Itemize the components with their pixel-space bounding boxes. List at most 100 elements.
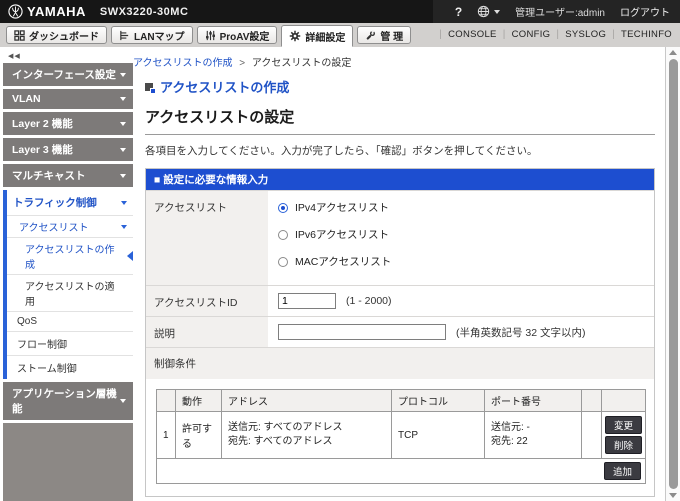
sidebar-item-acl-apply[interactable]: アクセスリストの適用 <box>7 274 133 311</box>
sidebar-item-label: トラフィック制御 <box>13 197 97 209</box>
main-content: アクセスリストの作成 アクセスリストの設定 各項目を入力してください。入力が完了… <box>133 65 665 501</box>
table-footer-row: 追加 <box>156 458 646 484</box>
tab-proav[interactable]: ProAV設定 <box>196 26 278 44</box>
radio-option-mac[interactable]: MACアクセスリスト <box>278 254 644 269</box>
sidebar-item-layer3[interactable]: Layer 3 機能 <box>3 138 133 161</box>
chevron-down-icon <box>121 200 127 205</box>
acl-id-hint: (1 - 2000) <box>346 295 392 307</box>
sidebar: ◀◀ インターフェース設定 VLAN Layer 2 機能 Layer 3 機能 <box>0 47 133 501</box>
chevron-down-icon <box>120 121 126 126</box>
radio-label: IPv4アクセスリスト <box>295 202 389 214</box>
add-button-cell: 追加 <box>156 458 646 484</box>
acl-id-value: (1 - 2000) <box>268 286 654 316</box>
tab-label: ダッシュボード <box>29 31 99 43</box>
tab-advanced-settings[interactable]: 詳細設定 <box>281 25 354 47</box>
main-panel: アクセスリストの作成 > アクセスリストの設定 アクセスリストの作成 アクセスリ… <box>133 47 665 501</box>
sidebar-group-traffic-control: トラフィック制御 アクセスリスト アクセスリストの作成 アクセスリストの適用 Q… <box>3 190 133 379</box>
sidebar-item-acl-create[interactable]: アクセスリストの作成 <box>7 237 133 274</box>
sidebar-item-vlan[interactable]: VLAN <box>3 89 133 109</box>
dashboard-icon <box>14 29 25 41</box>
vertical-scrollbar[interactable] <box>665 47 680 501</box>
description-value: (半角英数記号 32 文字以内) <box>268 317 654 347</box>
breadcrumb: アクセスリストの作成 > アクセスリストの設定 <box>133 47 665 69</box>
col-port: ポート番号 <box>484 389 582 412</box>
help-icon[interactable]: ? <box>455 5 462 19</box>
table-header-row: 動作 アドレス プロトコル ポート番号 <box>156 389 646 412</box>
acl-type-label: アクセスリスト <box>146 191 268 285</box>
logout-button[interactable]: ログアウト <box>620 4 670 19</box>
table-row: 1 許可する 送信元: すべてのアドレス 宛先: すべてのアドレス TCP 送信… <box>156 411 646 459</box>
link-separator: | <box>439 29 443 40</box>
description-input[interactable] <box>278 324 446 340</box>
tab-dashboard[interactable]: ダッシュボード <box>6 26 107 44</box>
logged-in-user: 管理ユーザー:admin <box>515 8 605 19</box>
top-bar: YAMAHA SWX3220-30MC ? 管理ユーザー:admin ログアウト <box>0 0 680 23</box>
app-window: YAMAHA SWX3220-30MC ? 管理ユーザー:admin ログアウト <box>0 0 680 501</box>
sidebar-item-label: Layer 2 機能 <box>12 118 73 130</box>
change-button[interactable]: 変更 <box>605 416 642 434</box>
sidebar-collapse-icon[interactable]: ◀◀ <box>3 47 133 63</box>
link-separator: | <box>556 29 560 40</box>
tab-label: ProAV設定 <box>219 31 270 43</box>
row-action: 許可する <box>175 411 222 459</box>
port-source: 送信元: - <box>491 421 530 433</box>
scrollbar-thumb[interactable] <box>668 59 678 489</box>
sidebar-item-label: ストーム制御 <box>17 364 77 375</box>
add-button[interactable]: 追加 <box>603 462 641 480</box>
row-actions: 変更 削除 <box>601 411 646 459</box>
sidebar-item-label: マルチキャスト <box>12 170 86 182</box>
settings-form: ■ 設定に必要な情報入力 アクセスリスト IPv4アクセスリスト IPv6アクセ… <box>145 168 655 497</box>
acl-id-input[interactable] <box>278 293 336 309</box>
config-link[interactable]: CONFIG <box>512 29 551 40</box>
sidebar-item-label: アプリケーション層機能 <box>12 388 117 415</box>
sidebar-item-qos[interactable]: QoS <box>7 311 133 331</box>
yamaha-brand: YAMAHA <box>8 4 86 19</box>
scrollbar-track[interactable] <box>668 59 678 489</box>
scroll-up-icon[interactable] <box>669 50 677 55</box>
col-buttons <box>601 389 646 412</box>
sidebar-item-access-list[interactable]: アクセスリスト <box>7 215 133 237</box>
tab-label: 詳細設定 <box>305 32 346 44</box>
form-row-description: 説明 (半角英数記号 32 文字以内) <box>146 316 654 347</box>
radio-unselected-icon[interactable] <box>278 256 288 267</box>
content-area: ◀◀ インターフェース設定 VLAN Layer 2 機能 Layer 3 機能 <box>0 47 680 501</box>
scroll-down-icon[interactable] <box>669 493 677 498</box>
col-row-number <box>156 389 176 412</box>
form-row-acl-id: アクセスリストID (1 - 2000) <box>146 285 654 316</box>
sidebar-item-multicast[interactable]: マルチキャスト <box>3 164 133 187</box>
sidebar-item-traffic-control[interactable]: トラフィック制御 <box>7 190 133 215</box>
sidebar-item-flow-control[interactable]: フロー制御 <box>7 331 133 355</box>
radio-option-ipv6[interactable]: IPv6アクセスリスト <box>278 227 644 242</box>
sidebar-item-application-layer[interactable]: アプリケーション層機能 <box>3 382 133 420</box>
col-address: アドレス <box>221 389 392 412</box>
sidebar-nav: インターフェース設定 VLAN Layer 2 機能 Layer 3 機能 マル… <box>3 63 133 501</box>
tab-lanmap[interactable]: LANマップ <box>111 26 193 44</box>
address-destination: 宛先: すべてのアドレス <box>228 436 333 447</box>
chevron-down-icon <box>494 9 501 14</box>
sidebar-item-interface[interactable]: インターフェース設定 <box>3 63 133 86</box>
conditions-table: 動作 アドレス プロトコル ポート番号 1 許可する 送信元: すべてのアドレス… <box>156 389 646 484</box>
row-number: 1 <box>156 411 176 459</box>
console-link[interactable]: CONSOLE <box>448 29 497 40</box>
language-selector[interactable] <box>477 5 501 18</box>
radio-selected-icon[interactable] <box>278 202 288 213</box>
col-action: 動作 <box>175 389 222 412</box>
wrench-icon <box>367 29 376 40</box>
page-section-link[interactable]: アクセスリストの作成 <box>145 77 655 96</box>
radio-option-ipv4[interactable]: IPv4アクセスリスト <box>278 200 644 215</box>
main-tab-bar: ダッシュボード LANマップ ProAV設定 詳細設定 管 理 | CONSOL… <box>0 23 680 47</box>
tab-admin[interactable]: 管 理 <box>357 26 412 44</box>
row-address: 送信元: すべてのアドレス 宛先: すべてのアドレス <box>221 411 392 459</box>
sidebar-item-storm-control[interactable]: ストーム制御 <box>7 355 133 379</box>
delete-button[interactable]: 削除 <box>605 436 642 454</box>
syslog-link[interactable]: SYSLOG <box>565 29 606 40</box>
sidebar-filler <box>3 423 133 501</box>
lan-map-icon <box>120 30 129 40</box>
instruction-text: 各項目を入力してください。入力が完了したら、「確認」ボタンを押してください。 <box>145 145 538 157</box>
sidebar-item-label: インターフェース設定 <box>12 69 116 81</box>
row-port: 送信元: - 宛先: 22 <box>484 411 582 459</box>
sidebar-item-layer2[interactable]: Layer 2 機能 <box>3 112 133 135</box>
row-protocol: TCP <box>391 411 485 459</box>
techinfo-link[interactable]: TECHINFO <box>621 29 672 40</box>
radio-unselected-icon[interactable] <box>278 229 288 240</box>
